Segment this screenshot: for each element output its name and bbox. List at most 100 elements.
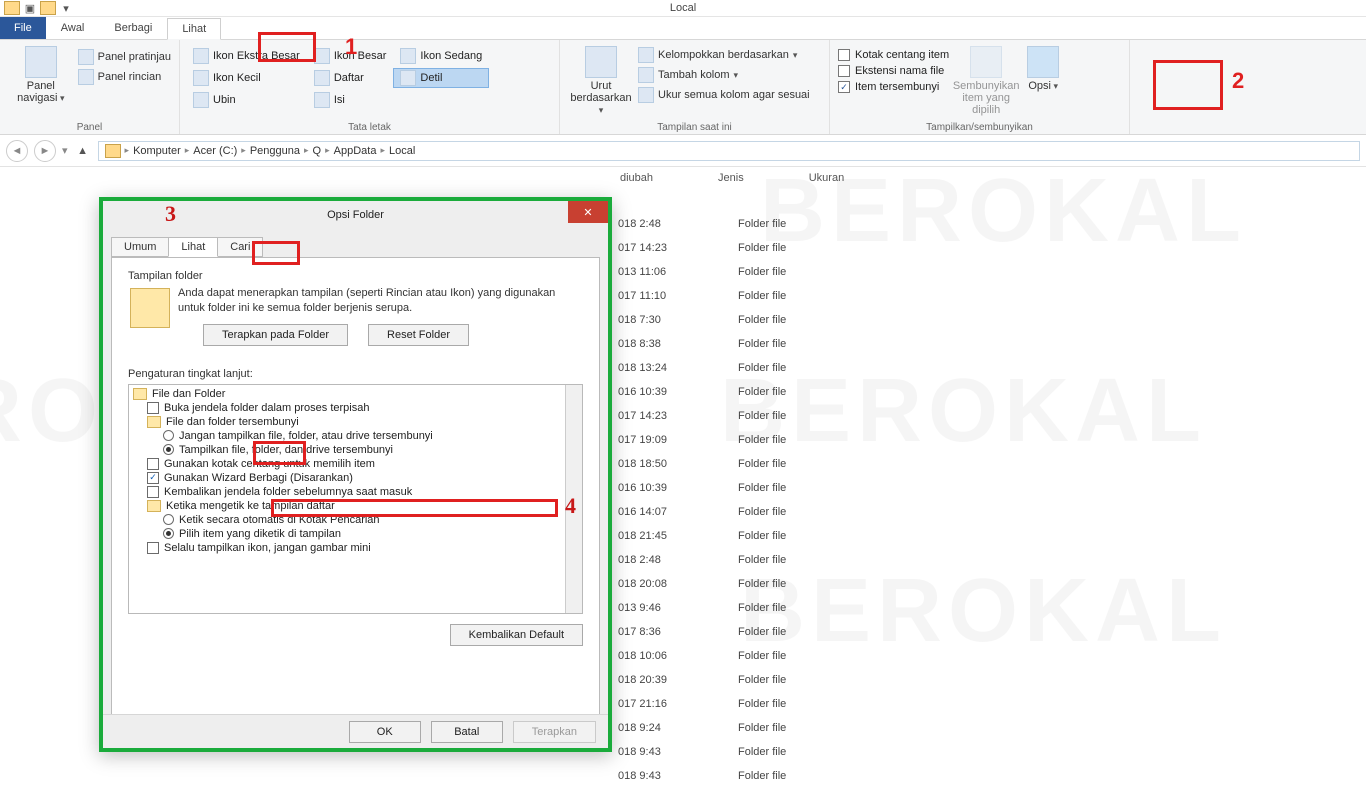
small-icons-label: Ikon Kecil (213, 72, 261, 84)
qat-new-icon[interactable] (40, 0, 56, 16)
chk-file-ext[interactable]: Ekstensi nama file (836, 64, 951, 78)
crumb-2[interactable]: Pengguna (250, 145, 300, 157)
xl-icons-icon (193, 48, 209, 64)
checkbox-empty-icon (147, 458, 159, 470)
list-item[interactable]: 018 9:24Folder file (618, 716, 838, 740)
btn-sort-by[interactable]: Urut berdasarkan (566, 44, 636, 120)
hide-selected-label: Sembunyikan item yang dipilih (953, 80, 1020, 116)
advanced-settings-list[interactable]: File dan Folder Buka jendela folder dala… (128, 384, 583, 614)
nav-history-dropdown-icon[interactable]: ▾ (62, 144, 68, 157)
list-item[interactable]: 018 21:45 Folder file (618, 524, 838, 548)
col-type[interactable]: Jenis (718, 172, 744, 184)
crumb-5[interactable]: Local (389, 145, 415, 157)
details-pane-label: Panel rincian (98, 71, 162, 83)
dialog-close-button[interactable]: ✕ (568, 201, 608, 223)
btn-cancel[interactable]: Batal (431, 721, 503, 743)
list-item[interactable]: 016 10:39Folder file (618, 476, 838, 500)
nav-up-button[interactable]: ▲ (74, 142, 92, 160)
btn-nav-pane[interactable]: Panel navigasi (6, 44, 76, 120)
list-item[interactable]: 017 21:16Folder file (618, 692, 838, 716)
opt-type-search-box[interactable]: Ketik secara otomatis di Kotak Pencarian (129, 513, 582, 527)
tiles-label: Ubin (213, 94, 236, 106)
list-item[interactable]: 017 19:09Folder file (618, 428, 838, 452)
crumb-4[interactable]: AppData (334, 145, 377, 157)
list-item[interactable]: 017 11:10Folder file (618, 284, 838, 308)
row-date: 017 14:23 (618, 410, 688, 422)
col-size[interactable]: Ukuran (809, 172, 844, 184)
list-item[interactable]: 013 9:46Folder file (618, 596, 838, 620)
list-item[interactable]: 017 14:23Folder file (618, 404, 838, 428)
opt-use-checkboxes[interactable]: Gunakan kotak centang untuk memilih item (129, 457, 582, 471)
opt-open-separate-process[interactable]: Buka jendela folder dalam proses terpisa… (129, 401, 582, 415)
list-item[interactable]: 016 14:07Folder file (618, 500, 838, 524)
btn-group-by[interactable]: Kelompokkan berdasarkan (636, 46, 812, 64)
crumb-3[interactable]: Q (313, 145, 322, 157)
tab-file[interactable]: File (0, 16, 46, 39)
opt-select-typed[interactable]: Pilih item yang diketik di tampilan (129, 527, 582, 541)
tab-awal[interactable]: Awal (46, 17, 100, 39)
btn-restore-defaults[interactable]: Kembalikan Default (450, 624, 583, 646)
btn-options[interactable]: Opsi (1021, 44, 1065, 120)
view-medium-icons[interactable]: Ikon Sedang (393, 46, 489, 66)
opt-restore-previous[interactable]: Kembalikan jendela folder sebelumnya saa… (129, 485, 582, 499)
opt-always-icons[interactable]: Selalu tampilkan ikon, jangan gambar min… (129, 541, 582, 555)
list-item[interactable]: 018 20:08Folder file (618, 572, 838, 596)
nav-back-button[interactable]: ◄ (6, 140, 28, 162)
list-item[interactable]: 017 14:23Folder file (618, 236, 838, 260)
dlg-tab-umum[interactable]: Umum (111, 237, 169, 257)
chk-item-checkboxes[interactable]: Kotak centang item (836, 48, 951, 62)
list-item[interactable]: 013 11:06Folder file (618, 260, 838, 284)
opt-use-sharing-wizard[interactable]: ✓Gunakan Wizard Berbagi (Disarankan) (129, 471, 582, 485)
btn-apply-to-folders[interactable]: Terapkan pada Folder (203, 324, 348, 346)
view-content[interactable]: Isi (307, 90, 394, 110)
btn-add-columns[interactable]: Tambah kolom (636, 66, 812, 84)
list-item[interactable]: 017 8:36Folder file (618, 620, 838, 644)
btn-details-pane[interactable]: Panel rincian (76, 68, 173, 86)
view-list[interactable]: Daftar (307, 68, 394, 88)
breadcrumb[interactable]: ▸ Komputer▸ Acer (C:)▸ Pengguna▸ Q▸ AppD… (98, 141, 1360, 161)
view-tiles[interactable]: Ubin (186, 90, 307, 110)
list-item[interactable]: 018 2:48Folder file (618, 548, 838, 572)
view-details[interactable]: Detil (393, 68, 489, 88)
list-item[interactable]: 018 7:30Folder file (618, 308, 838, 332)
list-item[interactable]: 018 2:48Folder file (618, 212, 838, 236)
btn-ok[interactable]: OK (349, 721, 421, 743)
dlg-tab-lihat[interactable]: Lihat (168, 237, 218, 257)
opt-show-hidden[interactable]: Tampilkan file, folder, dan drive tersem… (129, 443, 582, 457)
opt-dont-show-hidden[interactable]: Jangan tampilkan file, folder, atau driv… (129, 429, 582, 443)
crumb-0[interactable]: Komputer (133, 145, 181, 157)
list-item[interactable]: 018 10:06Folder file (618, 644, 838, 668)
list-item[interactable]: 018 8:38Folder file (618, 332, 838, 356)
col-date[interactable]: diubah (620, 172, 653, 184)
view-xl-icons[interactable]: Ikon Ekstra Besar (186, 46, 307, 66)
chk-hidden-items[interactable]: ✓Item tersembunyi (836, 80, 951, 94)
row-type: Folder file (738, 530, 838, 542)
dlg-tab-cari[interactable]: Cari (217, 237, 263, 257)
group-current-view-label: Tampilan saat ini (560, 122, 829, 133)
radio-empty-icon (163, 514, 174, 525)
row-type: Folder file (738, 770, 838, 782)
tab-lihat[interactable]: Lihat (167, 18, 221, 40)
list-item[interactable]: 016 10:39Folder file (618, 380, 838, 404)
checkbox-checked-icon: ✓ (838, 81, 850, 93)
row-type: Folder file (738, 722, 838, 734)
row-date: 018 21:45 (618, 530, 688, 542)
list-item[interactable]: 018 18:50Folder file (618, 452, 838, 476)
btn-size-columns[interactable]: Ukur semua kolom agar sesuai (636, 86, 812, 104)
row-type: Folder file (738, 266, 838, 278)
group-panel-label: Panel (0, 122, 179, 133)
crumb-1[interactable]: Acer (C:) (193, 145, 237, 157)
list-item[interactable]: 018 9:43Folder file (618, 740, 838, 764)
list-icon-icon (314, 70, 330, 86)
options-label: Opsi (1028, 80, 1058, 92)
view-small-icons[interactable]: Ikon Kecil (186, 68, 307, 88)
qat-dropdown-icon[interactable]: ▾ (58, 0, 74, 16)
qat-props-icon[interactable]: ▣ (22, 0, 38, 16)
list-item[interactable]: 018 13:24Folder file (618, 356, 838, 380)
row-type: Folder file (738, 290, 838, 302)
btn-preview-pane[interactable]: Panel pratinjau (76, 48, 173, 66)
tab-berbagi[interactable]: Berbagi (99, 17, 167, 39)
nav-forward-button[interactable]: ► (34, 140, 56, 162)
btn-reset-folders[interactable]: Reset Folder (368, 324, 469, 346)
list-item[interactable]: 018 20:39Folder file (618, 668, 838, 692)
